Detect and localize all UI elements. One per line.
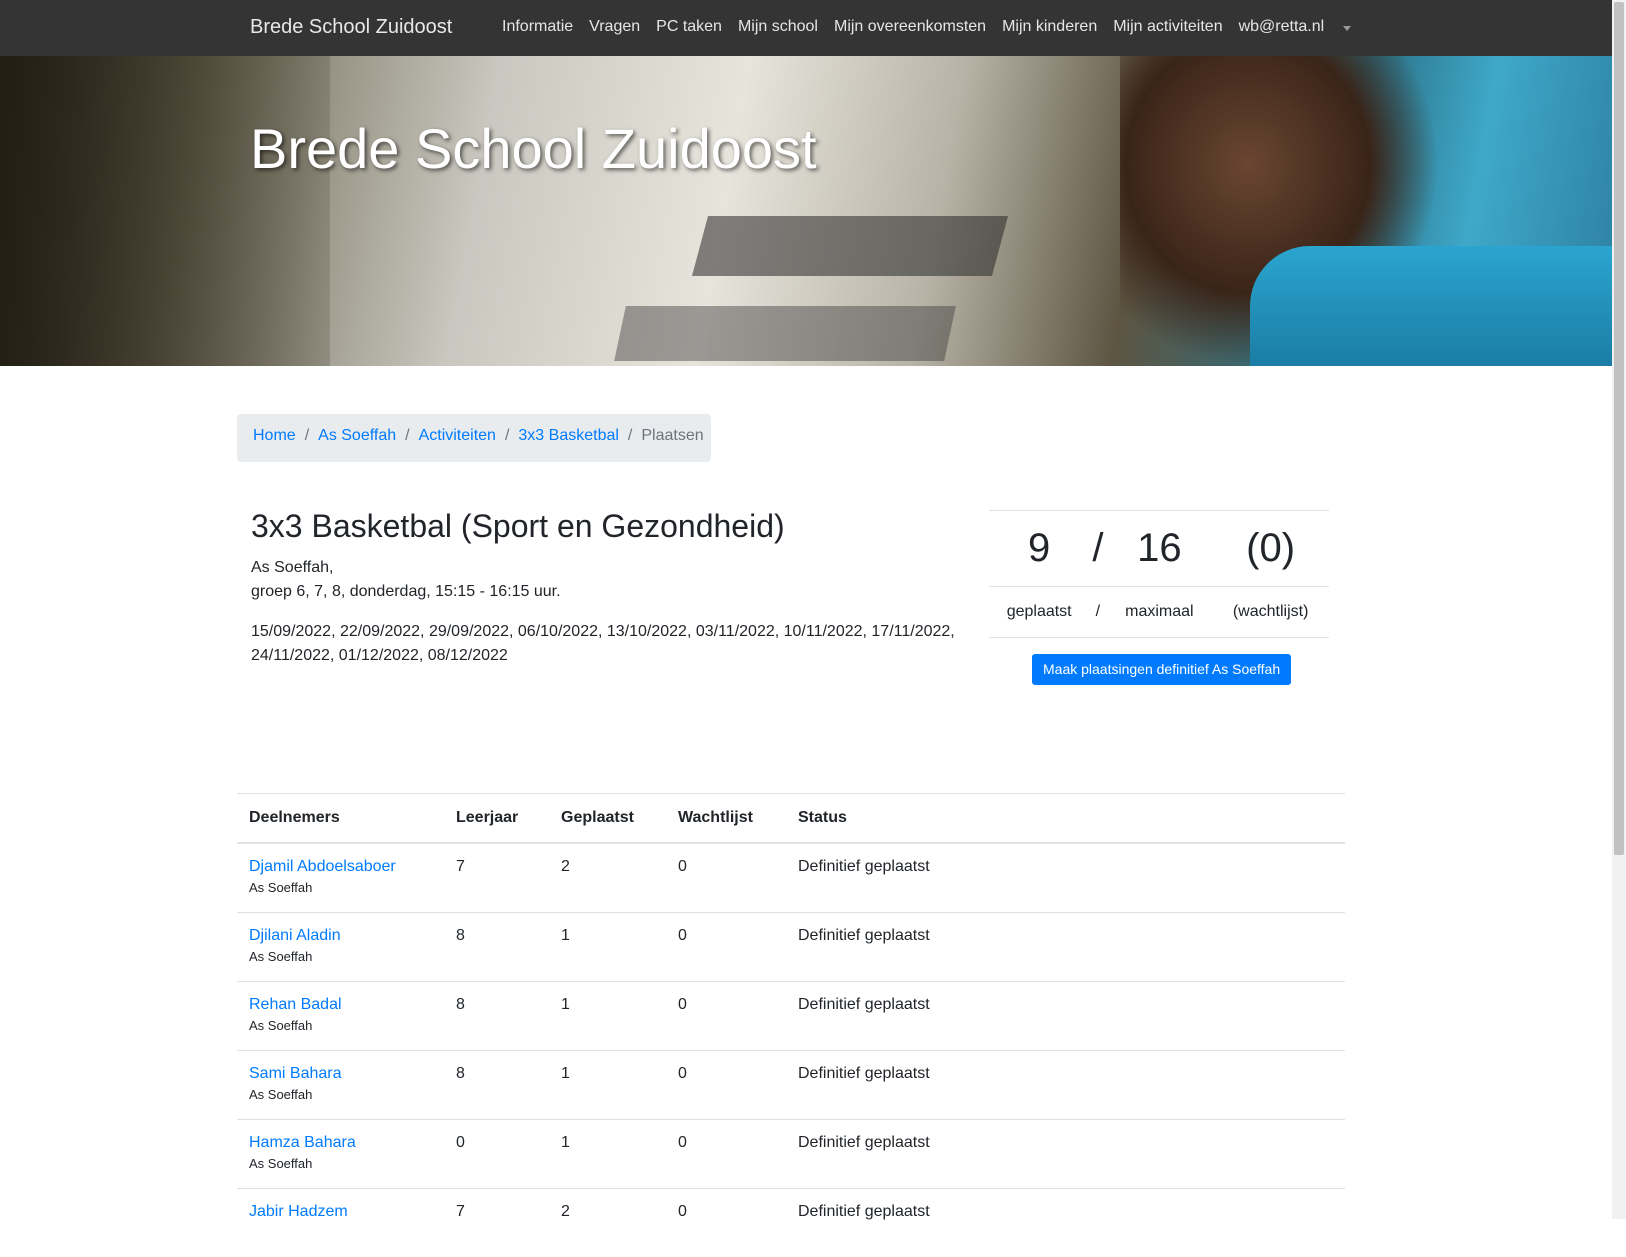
- cell-placed: 1: [549, 913, 666, 982]
- cell-waitlist: 0: [666, 843, 786, 913]
- hero-photo-keyboard-2: [614, 306, 956, 361]
- table-row: Sami Bahara As Soeffah 8 1 0 Definitief g…: [237, 1051, 1345, 1120]
- cell-grade: 7: [444, 1189, 549, 1257]
- activity-schedule: groep 6, 7, 8, donderdag, 15:15 - 16:15 …: [251, 580, 561, 604]
- cell-waitlist: 0: [666, 1120, 786, 1189]
- cell-placed: 1: [549, 1120, 666, 1189]
- participant-link[interactable]: Sami Bahara: [249, 1065, 342, 1082]
- table-row: Hamza Bahara As Soeffah 0 1 0 Definitief …: [237, 1120, 1345, 1189]
- stat-waitlist-label: (wachtlijst): [1212, 587, 1329, 638]
- nav-item-mijn-overeenkomsten[interactable]: Mijn overeenkomsten: [834, 18, 986, 36]
- nav-item-mijn-school[interactable]: Mijn school: [738, 18, 818, 36]
- cell-status: Definitief geplaatst: [786, 1189, 1345, 1257]
- hero-photo-shirt: [1250, 246, 1612, 366]
- breadcrumb-separator: /: [296, 427, 318, 449]
- stat-separator: /: [1089, 511, 1106, 587]
- participant-link[interactable]: Djilani Aladin: [249, 927, 341, 944]
- table-row: Djamil Abdoelsaboer As Soeffah 7 2 0 Defi…: [237, 843, 1345, 913]
- breadcrumb-activity[interactable]: 3x3 Basketbal: [518, 427, 619, 449]
- cell-waitlist: 0: [666, 1189, 786, 1257]
- page-scrollbar[interactable]: [1612, 0, 1626, 1219]
- nav-item-informatie[interactable]: Informatie: [502, 18, 573, 36]
- cell-status: Definitief geplaatst: [786, 1051, 1345, 1120]
- hero-photo-keyboard: [692, 216, 1008, 276]
- nav-item-mijn-kinderen[interactable]: Mijn kinderen: [1002, 18, 1097, 36]
- cell-grade: 0: [444, 1120, 549, 1189]
- breadcrumb-separator: /: [496, 427, 518, 449]
- dropdown-caret-icon[interactable]: [1343, 26, 1351, 31]
- cell-status: Definitief geplaatst: [786, 913, 1345, 982]
- stat-placed-label: geplaatst: [989, 587, 1089, 638]
- cell-status: Definitief geplaatst: [786, 982, 1345, 1051]
- participant-link[interactable]: Hamza Bahara: [249, 1134, 356, 1151]
- cell-grade: 8: [444, 982, 549, 1051]
- breadcrumb-separator: /: [396, 427, 418, 449]
- col-header-leerjaar: Leerjaar: [444, 794, 549, 844]
- activity-dates: 15/09/2022, 22/09/2022, 29/09/2022, 06/1…: [251, 620, 971, 668]
- participant-school: As Soeffah: [249, 1087, 432, 1102]
- participant-school: As Soeffah: [249, 880, 432, 895]
- activity-school: As Soeffah,: [251, 556, 561, 580]
- stat-separator-label: /: [1089, 587, 1106, 638]
- placement-stats: 9 / 16 (0) geplaatst / maximaal (wachtli…: [989, 510, 1329, 638]
- participant-link[interactable]: Djamil Abdoelsaboer: [249, 858, 396, 875]
- activity-title: 3x3 Basketbal (Sport en Gezondheid): [251, 508, 785, 545]
- stat-placed-value: 9: [989, 511, 1089, 587]
- cell-grade: 8: [444, 913, 549, 982]
- breadcrumb-school[interactable]: As Soeffah: [318, 427, 396, 449]
- cell-grade: 8: [444, 1051, 549, 1120]
- col-header-geplaatst: Geplaatst: [549, 794, 666, 844]
- table-header-row: Deelnemers Leerjaar Geplaatst Wachtlijst…: [237, 794, 1345, 844]
- nav-item-user-account[interactable]: wb@retta.nl: [1239, 18, 1325, 36]
- table-row: Jabir Hadzem 7 2 0 Definitief geplaatst: [237, 1189, 1345, 1257]
- participant-school: As Soeffah: [249, 1018, 432, 1033]
- cell-status: Definitief geplaatst: [786, 843, 1345, 913]
- col-header-wachtlijst: Wachtlijst: [666, 794, 786, 844]
- participants-table: Deelnemers Leerjaar Geplaatst Wachtlijst…: [237, 793, 1345, 1257]
- cell-placed: 1: [549, 982, 666, 1051]
- stat-max-label: maximaal: [1106, 587, 1212, 638]
- cell-waitlist: 0: [666, 982, 786, 1051]
- cell-placed: 2: [549, 1189, 666, 1257]
- breadcrumb-home[interactable]: Home: [253, 427, 296, 449]
- cell-grade: 7: [444, 843, 549, 913]
- participant-school: As Soeffah: [249, 1156, 432, 1171]
- finalize-placements-button[interactable]: Maak plaatsingen definitief As Soeffah: [1032, 654, 1291, 685]
- cell-waitlist: 0: [666, 913, 786, 982]
- table-row: Rehan Badal As Soeffah 8 1 0 Definitief g…: [237, 982, 1345, 1051]
- activity-info: As Soeffah, groep 6, 7, 8, donderdag, 15…: [251, 556, 561, 604]
- col-header-status: Status: [786, 794, 1345, 844]
- table-row: Djilani Aladin As Soeffah 8 1 0 Definitie…: [237, 913, 1345, 982]
- cell-placed: 2: [549, 843, 666, 913]
- top-navbar: Brede School Zuidoost Informatie Vragen …: [0, 0, 1612, 56]
- cell-status: Definitief geplaatst: [786, 1120, 1345, 1189]
- hero-banner: Brede School Zuidoost: [0, 56, 1612, 366]
- cell-placed: 1: [549, 1051, 666, 1120]
- nav-item-mijn-activiteiten[interactable]: Mijn activiteiten: [1113, 18, 1222, 36]
- hero-title: Brede School Zuidoost: [250, 116, 817, 181]
- stat-max-value: 16: [1106, 511, 1212, 587]
- participant-link[interactable]: Jabir Hadzem: [249, 1203, 348, 1220]
- breadcrumb-current: Plaatsen: [641, 427, 703, 449]
- navbar-brand[interactable]: Brede School Zuidoost: [250, 16, 452, 39]
- scrollbar-thumb[interactable]: [1614, 2, 1624, 855]
- breadcrumb-activiteiten[interactable]: Activiteiten: [419, 427, 496, 449]
- col-header-deelnemers: Deelnemers: [237, 794, 444, 844]
- hero-photo-shade: [0, 56, 330, 366]
- nav-item-pc-taken[interactable]: PC taken: [656, 18, 722, 36]
- cell-waitlist: 0: [666, 1051, 786, 1120]
- participant-school: As Soeffah: [249, 949, 432, 964]
- breadcrumb: Home / As Soeffah / Activiteiten / 3x3 B…: [237, 414, 711, 462]
- navbar-menu: Informatie Vragen PC taken Mijn school M…: [502, 18, 1324, 36]
- breadcrumb-separator: /: [619, 427, 641, 449]
- nav-item-vragen[interactable]: Vragen: [589, 18, 640, 36]
- participant-link[interactable]: Rehan Badal: [249, 996, 342, 1013]
- stat-waitlist-value: (0): [1212, 511, 1329, 587]
